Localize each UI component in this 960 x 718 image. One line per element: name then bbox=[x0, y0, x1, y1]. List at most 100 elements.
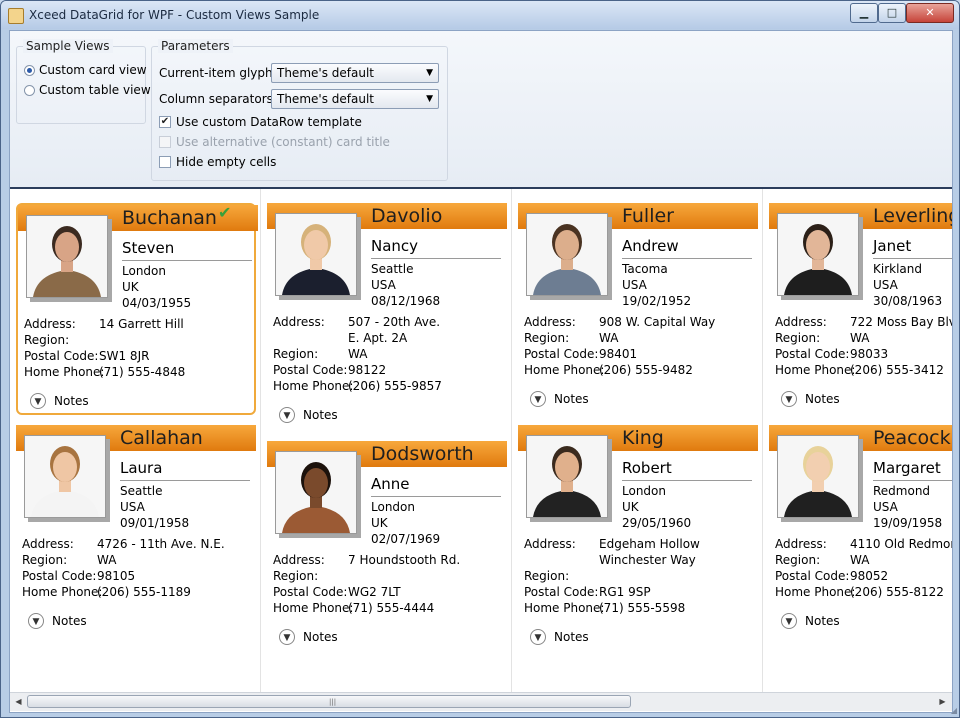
card-grid[interactable]: Buchanan ✔ Steven London UK 04/03/1955 Address… bbox=[10, 189, 952, 692]
scroll-left-arrow-icon[interactable]: ◀ bbox=[10, 693, 27, 710]
city: Seattle bbox=[120, 484, 163, 498]
title-bar[interactable]: Xceed DataGrid for WPF - Custom Views Sa… bbox=[1, 1, 959, 29]
employee-card[interactable]: King Robert London UK 29/05/1960 Address: Edge… bbox=[518, 425, 758, 645]
chevron-down-icon[interactable]: ▼ bbox=[781, 613, 797, 629]
first-name: Laura bbox=[120, 459, 163, 477]
column-separators-label: Column separators: bbox=[159, 92, 277, 106]
employee-photo bbox=[777, 435, 859, 518]
horizontal-scrollbar[interactable]: ◀ ||| ▶ bbox=[10, 692, 952, 711]
employee-photo bbox=[24, 435, 106, 518]
first-name: Robert bbox=[622, 459, 672, 477]
column-separators-value: Theme's default bbox=[277, 92, 374, 106]
home-phone-label: Home Phone: bbox=[24, 365, 105, 379]
home-phone-label: Home Phone: bbox=[775, 363, 856, 377]
resize-grip-icon[interactable]: ◢ bbox=[951, 706, 957, 715]
birth-date: 04/03/1955 bbox=[122, 296, 192, 310]
region-label: Region: bbox=[775, 331, 821, 345]
country: UK bbox=[122, 280, 139, 294]
window-title: Xceed DataGrid for WPF - Custom Views Sa… bbox=[29, 8, 320, 22]
scroll-thumb[interactable]: ||| bbox=[27, 695, 631, 708]
employee-card[interactable]: Davolio Nancy Seattle USA 08/12/1968 Address:… bbox=[267, 203, 507, 423]
hide-empty-cells-label[interactable]: Hide empty cells bbox=[176, 155, 276, 169]
region-value: WA bbox=[850, 553, 870, 567]
name-divider bbox=[120, 480, 250, 481]
column-separator bbox=[511, 189, 512, 692]
postal-code-label: Postal Code: bbox=[22, 569, 97, 583]
custom-table-view-label[interactable]: Custom table view bbox=[39, 83, 151, 97]
employee-photo bbox=[526, 213, 608, 296]
region-value: WA bbox=[599, 331, 619, 345]
home-phone-label: Home Phone: bbox=[273, 379, 354, 393]
use-custom-datarow-checkbox[interactable]: ✔ bbox=[159, 116, 171, 128]
employee-card[interactable]: Fuller Andrew Tacoma USA 19/02/1952 Address: 9… bbox=[518, 203, 758, 407]
current-item-glyph-combo[interactable]: Theme's default ▼ bbox=[271, 63, 439, 83]
region-label: Region: bbox=[22, 553, 68, 567]
hide-empty-cells-checkbox[interactable] bbox=[159, 156, 171, 168]
birth-date: 29/05/1960 bbox=[622, 516, 692, 530]
chevron-down-icon[interactable]: ▼ bbox=[781, 391, 797, 407]
name-divider bbox=[873, 258, 952, 259]
employee-card[interactable]: Callahan Laura Seattle USA 09/01/1958 Address… bbox=[16, 425, 256, 629]
custom-table-view-radio[interactable] bbox=[24, 85, 35, 96]
chevron-down-icon: ▼ bbox=[426, 68, 433, 78]
notes-label: Notes bbox=[303, 630, 338, 644]
address-label: Address: bbox=[775, 537, 827, 551]
region-value: WA bbox=[850, 331, 870, 345]
custom-card-view-radio[interactable] bbox=[24, 65, 35, 76]
city: London bbox=[371, 500, 415, 514]
postal-code-label: Postal Code: bbox=[273, 585, 348, 599]
current-item-glyph-value: Theme's default bbox=[277, 66, 374, 80]
first-name: Nancy bbox=[371, 237, 419, 255]
chevron-down-icon[interactable]: ▼ bbox=[530, 629, 546, 645]
address-value: E. Apt. 2A bbox=[348, 331, 408, 345]
address-value: Edgeham Hollow bbox=[599, 537, 700, 551]
chevron-down-icon[interactable]: ▼ bbox=[279, 629, 295, 645]
region-label: Region: bbox=[24, 333, 70, 347]
scroll-right-arrow-icon[interactable]: ▶ bbox=[934, 693, 951, 710]
last-name: Peacock bbox=[873, 427, 951, 449]
maximize-button[interactable]: □ bbox=[878, 3, 906, 23]
address-label: Address: bbox=[273, 553, 325, 567]
use-alt-title-checkbox[interactable] bbox=[159, 136, 171, 148]
last-name: Dodsworth bbox=[371, 443, 474, 465]
postal-code-value: 98122 bbox=[348, 363, 387, 377]
name-divider bbox=[122, 260, 252, 261]
close-button[interactable]: ✕ bbox=[906, 3, 954, 23]
postal-code-label: Postal Code: bbox=[24, 349, 99, 363]
employee-photo bbox=[26, 215, 108, 298]
notes-label: Notes bbox=[54, 394, 89, 408]
name-divider bbox=[622, 480, 752, 481]
notes-label: Notes bbox=[303, 408, 338, 422]
grip-icon: ||| bbox=[329, 698, 337, 706]
employee-card[interactable]: Peacock Margaret Redmond USA 19/09/1958 Addre… bbox=[769, 425, 952, 629]
region-value: WA bbox=[97, 553, 117, 567]
first-name: Andrew bbox=[622, 237, 679, 255]
chevron-down-icon: ▼ bbox=[426, 94, 433, 104]
postal-code-label: Postal Code: bbox=[524, 585, 599, 599]
employee-card[interactable]: Dodsworth Anne London UK 02/07/1969 Address: 7… bbox=[267, 441, 507, 645]
chevron-down-icon[interactable]: ▼ bbox=[530, 391, 546, 407]
address-label: Address: bbox=[24, 317, 76, 331]
sample-views-title: Sample Views bbox=[23, 39, 113, 53]
address-value: 14 Garrett Hill bbox=[99, 317, 184, 331]
chevron-down-icon[interactable]: ▼ bbox=[28, 613, 44, 629]
notes-label: Notes bbox=[52, 614, 87, 628]
country: USA bbox=[622, 278, 647, 292]
last-name: Callahan bbox=[120, 427, 203, 449]
home-phone-value: (206) 555-8122 bbox=[850, 585, 944, 599]
use-custom-datarow-label[interactable]: Use custom DataRow template bbox=[176, 115, 362, 129]
country: USA bbox=[873, 278, 898, 292]
region-label: Region: bbox=[273, 569, 319, 583]
chevron-down-icon[interactable]: ▼ bbox=[279, 407, 295, 423]
address-label: Address: bbox=[22, 537, 74, 551]
home-phone-value: (71) 555-4848 bbox=[99, 365, 186, 379]
custom-card-view-label[interactable]: Custom card view bbox=[39, 63, 147, 77]
country: UK bbox=[371, 516, 388, 530]
employee-photo bbox=[777, 213, 859, 296]
employee-card[interactable]: Buchanan ✔ Steven London UK 04/03/1955 Address… bbox=[16, 203, 258, 415]
employee-card[interactable]: Leverling Janet Kirkland USA 30/08/1963 Addre… bbox=[769, 203, 952, 407]
column-separators-combo[interactable]: Theme's default ▼ bbox=[271, 89, 439, 109]
chevron-down-icon[interactable]: ▼ bbox=[30, 393, 46, 409]
current-item-check-icon: ✔ bbox=[218, 203, 232, 222]
minimize-button[interactable]: ▁ bbox=[850, 3, 878, 23]
